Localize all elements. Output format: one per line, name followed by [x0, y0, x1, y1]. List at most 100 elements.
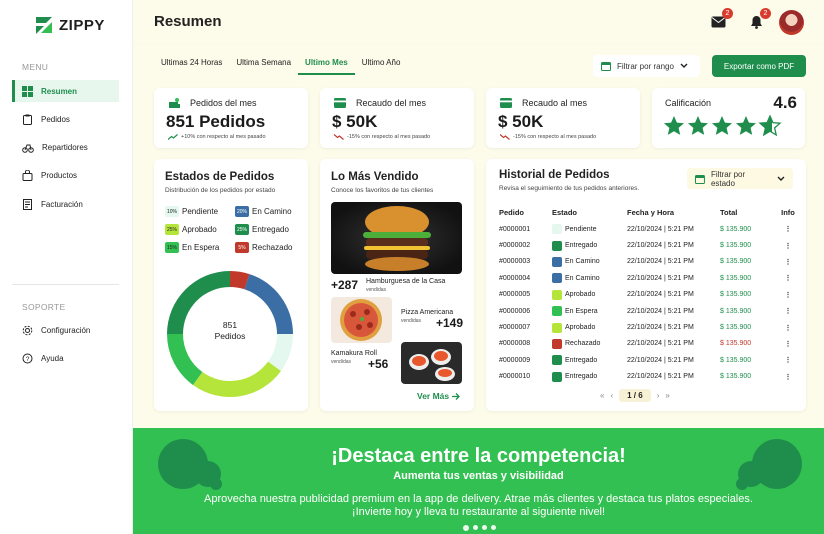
best-sellers-card: Lo Más Vendido Conoce los favoritos de t… [320, 159, 474, 411]
more-options-icon[interactable]: ⋮ [778, 242, 798, 250]
order-id: #0000004 [499, 274, 531, 282]
column-header: Pedido [499, 207, 525, 217]
tab-year[interactable]: Ultimo Año [355, 55, 408, 75]
order-total: $ 135.900 [720, 225, 752, 233]
best-seller-count: +56 [368, 357, 389, 371]
star-icon [688, 116, 708, 135]
grid-icon [22, 85, 33, 97]
range-filter-button[interactable]: Filtrar por rango [593, 55, 700, 77]
more-options-icon[interactable]: ⋮ [778, 274, 798, 282]
table-row[interactable]: #0000002 Entregado 22/10/2024 | 5:21 PM $ 1… [499, 237, 799, 253]
more-options-icon[interactable]: ⋮ [778, 291, 798, 299]
kpi-note-text: +10% con respecto al mes pasado [181, 134, 266, 140]
legend-swatch: 20% [235, 206, 249, 217]
main-content: Resumen 2 2 Ultimas 24 Horas Ultima Sema… [133, 0, 824, 428]
bag-icon [22, 169, 33, 181]
pizza-image[interactable] [331, 297, 392, 343]
donut-slice-aprobado[interactable] [192, 361, 281, 397]
table-row[interactable]: #0000005 Aprobado 22/10/2024 | 5:21 PM $ 13… [499, 287, 799, 303]
sidebar-item-productos[interactable]: Productos [12, 164, 119, 186]
first-page-icon[interactable]: « [600, 391, 604, 400]
more-options-icon[interactable]: ⋮ [778, 258, 798, 266]
table-row[interactable]: #0000004 En Camino 22/10/2024 | 5:21 PM $ 1… [499, 270, 799, 286]
order-id: #0000001 [499, 225, 531, 233]
card-icon [334, 98, 346, 108]
more-options-icon[interactable]: ⋮ [778, 373, 798, 381]
carousel-dots [463, 524, 496, 531]
legend-swatch: 5% [235, 242, 249, 253]
prev-page-icon[interactable]: ‹ [610, 391, 613, 400]
order-status: Aprobado [552, 289, 627, 300]
more-options-icon[interactable]: ⋮ [778, 324, 798, 332]
table-row[interactable]: #0000003 En Camino 22/10/2024 | 5:21 PM $ 1… [499, 254, 799, 270]
best-seller-note: vendidas [331, 359, 352, 365]
order-total: $ 135.900 [720, 373, 752, 381]
kpi-card-revenue-month: Recaudo del mes $ 50K -15% con respecto … [320, 88, 474, 148]
order-history-card: Historial de Pedidos Revisa el seguimien… [486, 159, 806, 411]
burger-image[interactable] [331, 202, 462, 274]
table-row[interactable]: #0000006 En Espera 22/10/2024 | 5:21 PM $ 1… [499, 303, 799, 319]
sidebar-item-resumen[interactable]: Resumen [12, 80, 119, 102]
bike-icon [22, 144, 34, 153]
gear-icon [22, 325, 33, 335]
more-options-icon[interactable]: ⋮ [778, 307, 798, 315]
sidebar-item-ayuda[interactable]: ? Ayuda [12, 347, 119, 369]
see-more-link[interactable]: Ver Más [417, 391, 461, 401]
order-date: 22/10/2024 | 5:21 PM [627, 274, 694, 282]
brand-logo[interactable]: ZIPPY [33, 14, 105, 36]
table-row[interactable]: #0000007 Aprobado 22/10/2024 | 5:21 PM $ 13… [499, 319, 799, 335]
card-subtitle: Conoce los favoritos de tus clientes [331, 187, 434, 194]
carousel-dot[interactable] [491, 525, 496, 530]
more-options-icon[interactable]: ⋮ [778, 356, 798, 364]
tab-month[interactable]: Ultimo Mes [298, 55, 355, 75]
delivery-icon [169, 98, 180, 108]
sidebar-item-configuracion[interactable]: Configuración [12, 319, 119, 341]
banner-title: ¡Destaca entre la competencia! [331, 445, 626, 467]
kpi-note: -15% con respecto al mes pasado [334, 134, 430, 140]
tab-24h[interactable]: Ultimas 24 Horas [154, 55, 229, 75]
table-row[interactable]: #0000009 Entregado 22/10/2024 | 5:21 PM $ 1… [499, 352, 799, 368]
banner-text-line: Aprovecha nuestra publicidad premium en … [204, 493, 753, 505]
carousel-dot[interactable] [482, 525, 487, 530]
promo-banner[interactable]: ¡Destaca entre la competencia! Aumenta t… [133, 428, 824, 534]
carousel-dot[interactable] [463, 524, 469, 531]
top-bar: Resumen 2 2 [133, 0, 824, 44]
legend-item: 5% Rechazado [235, 242, 305, 253]
range-filter-label: Filtrar por rango [617, 61, 674, 71]
next-page-icon[interactable]: › [657, 391, 660, 400]
table-body: #0000001 Pendiente 22/10/2024 | 5:21 PM $ 1… [499, 221, 799, 385]
table-row[interactable]: #0000001 Pendiente 22/10/2024 | 5:21 PM $ 1… [499, 221, 799, 237]
order-id: #0000002 [499, 242, 531, 250]
status-swatch [552, 355, 562, 366]
page-title: Resumen [154, 13, 222, 30]
notifications-button[interactable]: 2 [746, 8, 771, 32]
best-seller-note: vendidas [401, 318, 422, 324]
order-date: 22/10/2024 | 5:21 PM [627, 258, 694, 266]
mail-button[interactable]: 2 [708, 8, 733, 32]
order-total: $ 135.900 [720, 356, 752, 364]
page-indicator: 1 / 6 [619, 389, 651, 402]
sidebar-item-repartidores[interactable]: Repartidores [12, 136, 119, 158]
more-options-icon[interactable]: ⋮ [778, 340, 798, 348]
last-page-icon[interactable]: » [665, 391, 669, 400]
burger-icon [363, 206, 431, 271]
carousel-dot[interactable] [473, 525, 478, 530]
legend-item: 25% Aprobado [165, 224, 235, 235]
sidebar-item-pedidos[interactable]: Pedidos [12, 108, 119, 130]
tab-week[interactable]: Ultima Semana [229, 55, 298, 75]
table-row[interactable]: #0000008 Rechazado 22/10/2024 | 5:21 PM $ 1… [499, 336, 799, 352]
status-filter-button[interactable]: Filtrar por estado [687, 168, 793, 189]
sidebar-item-facturacion[interactable]: Facturación [12, 193, 119, 215]
legend-label: Aprobado [182, 225, 217, 234]
more-options-icon[interactable]: ⋮ [778, 225, 798, 233]
sushi-image[interactable] [401, 342, 462, 384]
donut-center-label: Pedidos [214, 331, 246, 341]
order-status: Rechazado [552, 338, 627, 349]
help-icon: ? [22, 353, 33, 363]
avatar[interactable] [779, 10, 804, 35]
order-total: $ 135.900 [720, 324, 752, 332]
star-half-icon [759, 115, 781, 136]
banner-text: Aprovecha nuestra publicidad premium en … [133, 493, 824, 519]
table-row[interactable]: #0000010 Entregado 22/10/2024 | 5:21 PM $ 1… [499, 369, 799, 385]
export-pdf-button[interactable]: Exportar como PDF [712, 55, 806, 77]
